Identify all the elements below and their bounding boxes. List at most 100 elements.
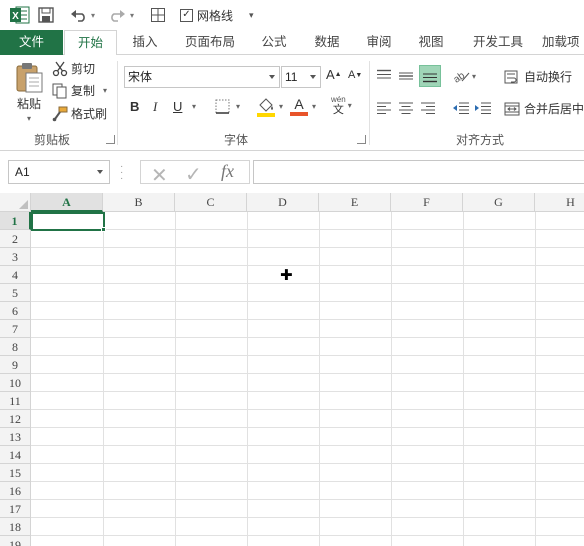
tab-view[interactable]: 视图 (408, 30, 454, 55)
worksheet-grid[interactable]: A B C D E F G H 1 2 3 4 5 6 7 8 9 10 11 12 13 14 15 16 17 18 19 ✚ (0, 193, 584, 546)
row-header-14[interactable]: 14 (0, 446, 31, 464)
row-header-18[interactable]: 18 (0, 518, 31, 536)
column-header-d[interactable]: D (247, 193, 319, 212)
underline-dropdown-icon[interactable]: ▾ (192, 102, 196, 111)
align-center-icon[interactable] (398, 101, 414, 115)
font-color-dropdown-icon[interactable]: ▾ (312, 102, 316, 111)
phonetic-guide-button[interactable]: wén 文 ▾ (331, 95, 352, 116)
wrap-text-icon (504, 70, 518, 83)
tab-formulas[interactable]: 公式 (250, 30, 298, 55)
underline-button[interactable]: U (173, 99, 182, 114)
row-header-5[interactable]: 5 (0, 284, 31, 302)
phonetic-dropdown-icon[interactable]: ▾ (348, 101, 352, 110)
redo-icon[interactable] (108, 4, 126, 26)
merge-center-button[interactable]: 合并后居中 (504, 100, 584, 117)
row-gridline (31, 301, 584, 302)
column-header-e[interactable]: E (319, 193, 391, 212)
row-header-13[interactable]: 13 (0, 428, 31, 446)
borders-button[interactable] (215, 99, 230, 114)
font-color-button[interactable]: A (290, 97, 308, 116)
tab-review[interactable]: 审阅 (356, 30, 402, 55)
row-header-9[interactable]: 9 (0, 356, 31, 374)
clipboard-launcher-icon[interactable] (106, 135, 115, 144)
phonetic-bottom: 文 (332, 104, 344, 116)
fill-color-dropdown-icon[interactable]: ▾ (279, 102, 283, 111)
undo-icon[interactable] (70, 4, 88, 26)
row-header-10[interactable]: 10 (0, 374, 31, 392)
align-left-icon[interactable] (376, 101, 392, 115)
svg-text:ab: ab (452, 70, 467, 83)
font-name-select[interactable]: 宋体 (124, 66, 280, 88)
row-header-1[interactable]: 1 (0, 212, 31, 230)
align-middle-icon[interactable] (398, 69, 414, 83)
redo-dropdown-icon[interactable]: ▾ (130, 4, 134, 26)
paste-button[interactable]: 粘贴 ▾ (10, 61, 48, 127)
orientation-icon[interactable]: ab (452, 69, 470, 83)
borders-icon[interactable] (150, 4, 166, 26)
row-header-19[interactable]: 19 (0, 536, 31, 546)
tab-file[interactable]: 文件 (0, 30, 63, 55)
decrease-indent-icon[interactable] (452, 101, 470, 115)
font-color-icon: A (290, 97, 308, 116)
tab-data[interactable]: 数据 (304, 30, 350, 55)
row-header-16[interactable]: 16 (0, 482, 31, 500)
align-top-icon[interactable] (376, 69, 392, 83)
name-box[interactable]: A1 (8, 160, 110, 184)
customize-qat-icon[interactable]: ▾ (249, 4, 254, 26)
active-cell-border[interactable] (31, 212, 105, 231)
align-right-icon[interactable] (420, 101, 436, 115)
row-header-12[interactable]: 12 (0, 410, 31, 428)
tab-insert[interactable]: 插入 (120, 30, 170, 55)
increase-font-button[interactable]: A ▲ (326, 67, 342, 82)
splitter-handle-icon[interactable]: · · · (120, 162, 123, 184)
formula-input[interactable] (253, 160, 584, 184)
undo-dropdown-icon[interactable]: ▾ (91, 4, 95, 26)
tab-addins[interactable]: 加载项 (542, 30, 584, 55)
fill-color-button[interactable] (257, 97, 275, 117)
column-header-g[interactable]: G (463, 193, 535, 212)
row-header-7[interactable]: 7 (0, 320, 31, 338)
column-header-f[interactable]: F (391, 193, 463, 212)
decrease-font-button[interactable]: A ▼ (348, 69, 362, 81)
excel-icon: X (10, 6, 30, 24)
row-header-17[interactable]: 17 (0, 500, 31, 518)
copy-button[interactable]: 复制 ▾ (52, 82, 107, 99)
row-header-8[interactable]: 8 (0, 338, 31, 356)
insert-function-icon[interactable]: fx (221, 161, 234, 182)
select-all-button[interactable] (0, 193, 31, 212)
column-header-c[interactable]: C (175, 193, 247, 212)
cut-button[interactable]: 剪切 (52, 60, 95, 77)
font-size-value: 11 (285, 70, 298, 84)
row-header-3[interactable]: 3 (0, 248, 31, 266)
borders-dropdown-icon[interactable]: ▾ (236, 102, 240, 111)
checkbox-check[interactable]: ✓ (180, 8, 193, 22)
font-size-select[interactable]: 11 (281, 66, 321, 88)
row-gridline (31, 463, 584, 464)
row-header-11[interactable]: 11 (0, 392, 31, 410)
column-header-b[interactable]: B (103, 193, 175, 212)
fill-handle[interactable] (101, 227, 106, 232)
enter-icon[interactable]: ✓ (185, 162, 202, 187)
column-header-h[interactable]: H (535, 193, 584, 212)
orientation-dropdown-icon[interactable]: ▾ (472, 72, 476, 81)
increase-indent-icon[interactable] (474, 101, 492, 115)
tab-page-layout[interactable]: 页面布局 (175, 30, 245, 55)
tab-developer[interactable]: 开发工具 (462, 30, 534, 55)
row-header-2[interactable]: 2 (0, 230, 31, 248)
save-icon[interactable] (38, 4, 54, 26)
row-header-4[interactable]: 4 (0, 266, 31, 284)
row-header-6[interactable]: 6 (0, 302, 31, 320)
cancel-icon[interactable]: ✕ (151, 163, 168, 188)
copy-dropdown-icon[interactable]: ▾ (103, 86, 107, 95)
italic-button[interactable]: I (153, 99, 157, 115)
format-painter-button[interactable]: 格式刷 (52, 105, 107, 122)
column-header-a[interactable]: A (31, 193, 103, 212)
bold-button[interactable]: B (130, 99, 139, 114)
align-bottom-icon[interactable] (419, 65, 441, 87)
font-launcher-icon[interactable] (357, 135, 366, 144)
gridlines-checkbox[interactable]: ✓ 网格线 (180, 4, 233, 26)
wrap-text-button[interactable]: 自动换行 (504, 68, 572, 85)
tab-home[interactable]: 开始 (64, 30, 117, 56)
paste-dropdown-icon[interactable]: ▾ (27, 114, 31, 123)
row-header-15[interactable]: 15 (0, 464, 31, 482)
